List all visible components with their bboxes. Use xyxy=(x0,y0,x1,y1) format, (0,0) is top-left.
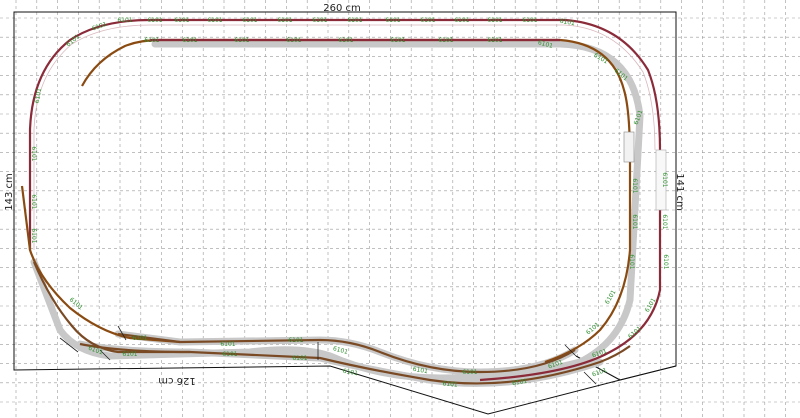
track-piece-label: 6101 xyxy=(30,228,37,243)
track-piece-label: 6101 xyxy=(292,355,307,362)
track-piece-label: 6101 xyxy=(34,87,44,103)
track-piece-label: 6101 xyxy=(91,21,108,33)
track-piece-label: 6101 xyxy=(661,214,668,229)
track-piece-label: 6101 xyxy=(585,321,601,336)
track-piece-label: 6101 xyxy=(338,37,353,44)
track-piece-label: 6101 xyxy=(312,17,327,24)
track-piece-label: 6101 xyxy=(559,18,575,28)
track-piece-label: 6101 xyxy=(390,37,405,44)
track-piece-label: 6101 xyxy=(385,17,400,24)
track-piece-label: 6101 xyxy=(487,37,502,44)
track-piece-label: 6101 xyxy=(662,254,669,269)
board-corner-line xyxy=(619,365,677,381)
inner-loop-track[interactable] xyxy=(81,38,632,364)
track-piece-label: 6101 xyxy=(277,17,292,24)
track-piece-label: 6101 xyxy=(522,17,537,24)
track-piece-label: 6101 xyxy=(342,368,358,378)
track-piece-label: 6101 xyxy=(286,37,301,44)
track-piece-label: 6101 xyxy=(174,17,189,24)
track-piece-label: 6101 xyxy=(628,254,635,269)
track-piece-label: 6101 xyxy=(222,351,237,358)
track-piece-label: 6101 xyxy=(220,341,235,348)
track-piece-label: 6101 xyxy=(132,335,147,342)
track-plan-canvas[interactable]: 6101 6101 6101 6101 6101 6101 6101 6101 6101 6101… xyxy=(0,0,800,418)
track-piece-label: 6101 xyxy=(147,17,162,24)
track-piece-label: 6101 xyxy=(604,289,618,306)
track-piece-label: 6101 xyxy=(487,17,502,24)
track-piece-label: 6101 xyxy=(117,17,132,24)
track-piece-label: 6101 xyxy=(207,17,222,24)
dimension-left: 143 cm xyxy=(4,173,15,211)
dimension-top: 260 cm xyxy=(323,3,361,14)
track-piece-label: 6101 xyxy=(30,146,37,161)
track-piece-label: 6101 xyxy=(144,37,159,44)
track-piece-label: 6101 xyxy=(442,380,458,388)
track-piece-label: 6101 xyxy=(30,194,37,209)
track-piece-label: 6101 xyxy=(288,337,303,344)
dimension-bottom: 126 cm xyxy=(158,375,196,386)
track-piece-label: 6101 xyxy=(661,172,668,187)
outer-loop-rail xyxy=(33,24,656,250)
left-curve-track[interactable] xyxy=(20,185,181,344)
track-piece-label: 6101 xyxy=(631,178,638,193)
track-piece-label: 6101 xyxy=(182,37,197,44)
bridge-element xyxy=(623,131,635,163)
track-piece-label: 6101 xyxy=(242,17,257,24)
track-piece-label: 6101 xyxy=(591,367,608,379)
track-piece-label: 6101 xyxy=(347,17,362,24)
track-piece-label: 6101 xyxy=(420,17,435,24)
outer-loop-track[interactable] xyxy=(28,18,662,382)
track-piece-label: 6101 xyxy=(462,369,477,376)
dimension-right: 141 cm xyxy=(674,173,685,211)
track-piece-label: 6101 xyxy=(122,351,137,358)
track-piece-label: 6101 xyxy=(438,37,453,44)
track-piece-label: 6101 xyxy=(512,378,528,388)
track-piece-label: 6101 xyxy=(454,17,469,24)
track-piece-label: 6101 xyxy=(631,214,638,229)
track-piece-label: 6101 xyxy=(234,37,249,44)
